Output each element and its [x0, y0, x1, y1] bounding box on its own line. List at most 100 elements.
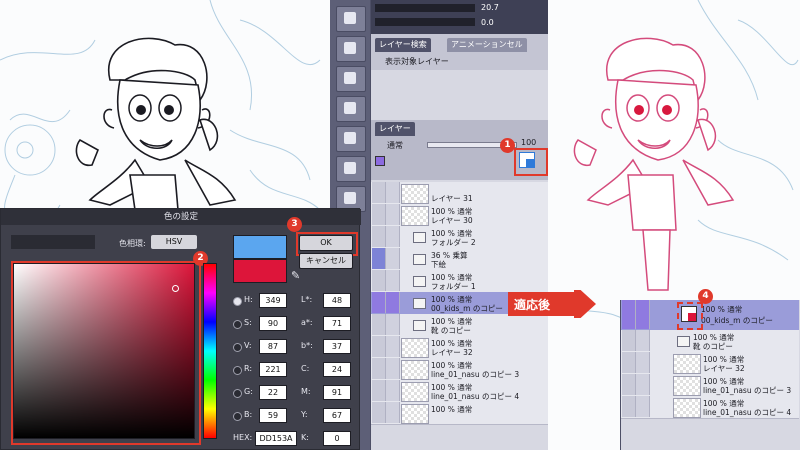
- field-v[interactable]: 87: [259, 339, 287, 354]
- layer-row[interactable]: 100 % 通常靴 のコピー: [621, 330, 799, 353]
- tool-button[interactable]: [336, 6, 366, 32]
- color-mode-toolbar[interactable]: [11, 235, 95, 249]
- visibility-toggle[interactable]: [622, 300, 636, 329]
- tool-button[interactable]: [336, 36, 366, 62]
- layer-row[interactable]: 100 % 通常 line_01_nasu のコピー 3: [371, 358, 549, 381]
- lock-toggle[interactable]: [386, 336, 400, 357]
- visibility-toggle[interactable]: [372, 226, 386, 247]
- lock-toggle[interactable]: [386, 292, 400, 313]
- layer-mode: 100 % 通常: [701, 305, 743, 314]
- layer-color-swatch[interactable]: [375, 156, 385, 166]
- field-bstar[interactable]: 37: [323, 339, 351, 354]
- layer-row[interactable]: レイヤー 31: [371, 182, 549, 205]
- lock-toggle[interactable]: [386, 270, 400, 291]
- hue-ring-label: 色相環:: [119, 239, 146, 248]
- visibility-toggle[interactable]: [622, 374, 636, 395]
- layer-row[interactable]: 100 % 通常 line_01_nasu のコピー 4: [621, 396, 799, 419]
- folder-icon: [413, 320, 426, 331]
- visibility-toggle[interactable]: [372, 358, 386, 379]
- field-g[interactable]: 22: [259, 385, 287, 400]
- layer-thumbnail: [401, 360, 429, 380]
- blend-mode-select[interactable]: 通常: [387, 140, 403, 151]
- tool-button[interactable]: [336, 156, 366, 182]
- label-v: V:: [244, 341, 252, 350]
- lock-toggle[interactable]: [386, 182, 400, 203]
- new-color-swatch: [233, 259, 287, 283]
- visibility-toggle[interactable]: [372, 402, 386, 423]
- visibility-toggle[interactable]: [372, 248, 386, 269]
- radio-b[interactable]: [233, 412, 242, 421]
- eyedropper-icon[interactable]: ✎: [291, 269, 300, 282]
- layer-row[interactable]: 100 % 通常 line_01_nasu のコピー 4: [371, 380, 549, 403]
- lock-toggle[interactable]: [636, 330, 650, 351]
- tool-button[interactable]: [336, 96, 366, 122]
- visibility-toggle[interactable]: [372, 204, 386, 225]
- lock-toggle[interactable]: [636, 352, 650, 373]
- field-astar[interactable]: 71: [323, 316, 351, 331]
- lock-toggle[interactable]: [636, 396, 650, 417]
- lock-toggle[interactable]: [386, 226, 400, 247]
- field-lstar[interactable]: 48: [323, 293, 351, 308]
- radio-h[interactable]: [233, 297, 242, 306]
- hue-ring-select[interactable]: HSV: [151, 235, 197, 249]
- visibility-toggle[interactable]: [622, 330, 636, 351]
- layer-panel-after: 100 % 通常 00_kids_m のコピー 100 % 通常靴 のコピー 1…: [620, 300, 800, 450]
- lock-toggle[interactable]: [386, 314, 400, 335]
- layer-row[interactable]: 100 % 通常 line_01_nasu のコピー 3: [621, 374, 799, 397]
- tab-animation-cel[interactable]: アニメーションセル: [447, 38, 527, 52]
- visibility-toggle[interactable]: [372, 336, 386, 357]
- field-b[interactable]: 59: [259, 408, 287, 423]
- radio-g[interactable]: [233, 389, 242, 398]
- radio-s[interactable]: [233, 320, 242, 329]
- previous-color-swatch: [233, 235, 287, 259]
- layer-row[interactable]: 100 % 通常 レイヤー 32: [621, 352, 799, 375]
- field-s[interactable]: 90: [259, 316, 287, 331]
- lock-toggle[interactable]: [386, 248, 400, 269]
- layer-row[interactable]: 100 % 通常: [371, 402, 549, 425]
- label-astar: a*:: [301, 318, 313, 327]
- visibility-toggle[interactable]: [622, 352, 636, 373]
- brush-size-slider[interactable]: [375, 4, 475, 12]
- layer-row[interactable]: 36 % 乗算 下絵: [371, 248, 549, 271]
- brush-opacity-slider[interactable]: [375, 18, 475, 26]
- radio-r[interactable]: [233, 366, 242, 375]
- field-y[interactable]: 67: [323, 408, 351, 423]
- tab-layer-search[interactable]: レイヤー検索: [375, 38, 431, 52]
- field-c[interactable]: 24: [323, 362, 351, 377]
- cancel-button[interactable]: キャンセル: [299, 253, 353, 269]
- layer-row[interactable]: 100 % 通常 レイヤー 32: [371, 336, 549, 359]
- visibility-toggle[interactable]: [372, 270, 386, 291]
- opacity-readout: 20.7: [481, 3, 499, 12]
- field-hex[interactable]: DD153A: [255, 431, 297, 446]
- lock-toggle[interactable]: [386, 204, 400, 225]
- field-r[interactable]: 221: [259, 362, 287, 377]
- layer-row-selected[interactable]: 100 % 通常 00_kids_m のコピー: [621, 300, 799, 331]
- visibility-toggle[interactable]: [372, 314, 386, 335]
- lock-toggle[interactable]: [386, 380, 400, 401]
- visibility-toggle[interactable]: [372, 380, 386, 401]
- layer-name: レイヤー 32: [431, 348, 473, 357]
- visibility-toggle[interactable]: [372, 182, 386, 203]
- layer-name: フォルダー 1: [431, 282, 476, 291]
- tool-button[interactable]: [336, 126, 366, 152]
- lock-toggle[interactable]: [386, 402, 400, 423]
- tab-layer[interactable]: レイヤー: [375, 122, 415, 136]
- layer-row[interactable]: 100 % 通常 フォルダー 2: [371, 226, 549, 249]
- lock-toggle[interactable]: [636, 374, 650, 395]
- field-h[interactable]: 349: [259, 293, 287, 308]
- lock-toggle[interactable]: [636, 300, 650, 329]
- tool-button[interactable]: [336, 66, 366, 92]
- folder-icon: [413, 298, 426, 309]
- hue-slider[interactable]: [203, 263, 217, 439]
- layer-name: 00_kids_m のコピー: [431, 304, 503, 313]
- visibility-toggle[interactable]: [372, 292, 386, 313]
- label-g: G:: [244, 387, 253, 396]
- display-target-layer[interactable]: 表示対象レイヤー: [385, 56, 449, 67]
- layer-name: line_01_nasu のコピー 4: [703, 408, 792, 417]
- visibility-toggle[interactable]: [622, 396, 636, 417]
- radio-v[interactable]: [233, 343, 242, 352]
- lock-toggle[interactable]: [386, 358, 400, 379]
- field-k[interactable]: 0: [323, 431, 351, 446]
- layer-row[interactable]: 100 % 通常 レイヤー 30: [371, 204, 549, 227]
- field-m[interactable]: 91: [323, 385, 351, 400]
